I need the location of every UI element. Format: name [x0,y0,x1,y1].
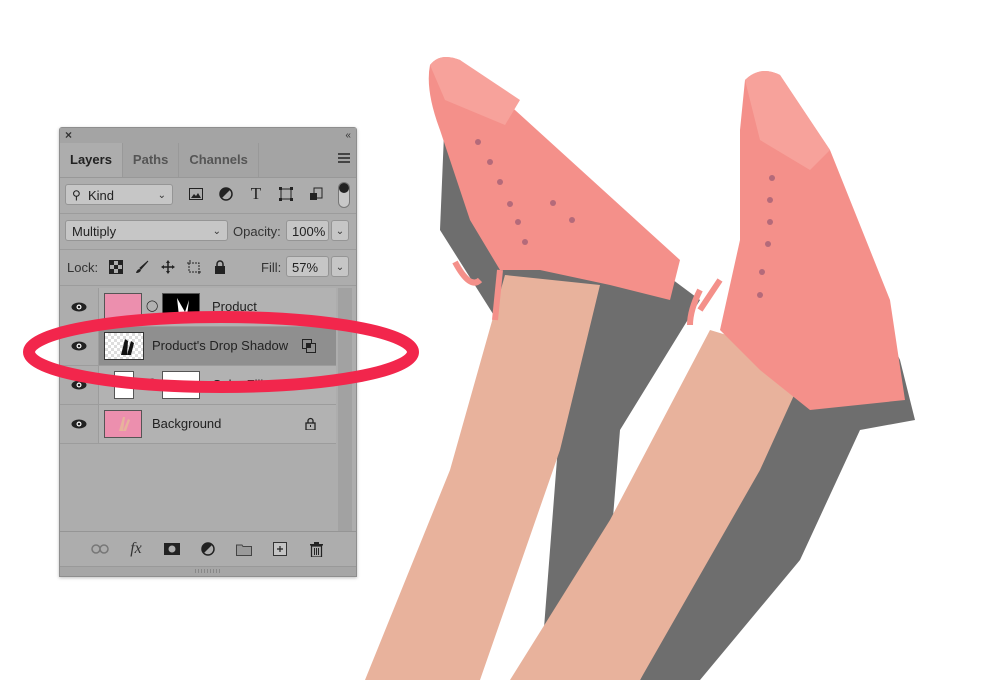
panel-titlebar[interactable]: × ‹‹ [60,128,356,143]
layer-name: Product's Drop Shadow [152,338,289,353]
fill-dropdown[interactable]: ⌄ [331,256,349,277]
filter-icons: T [188,184,324,203]
lock-label: Lock: [67,260,99,275]
layers-scrollbar[interactable] [338,288,352,532]
close-icon[interactable]: × [65,128,72,143]
adjustment-filter-icon[interactable] [218,186,234,202]
layer-row-product[interactable]: ◯ Product [60,288,336,327]
adjustment-layer-icon[interactable] [199,540,217,558]
opacity-dropdown[interactable]: ⌄ [331,220,349,241]
opacity-input[interactable]: 100% [286,220,329,241]
fill-input[interactable]: 57% [286,256,329,277]
search-icon: ⚲ [72,188,81,202]
chevron-down-icon: ⌄ [335,226,345,237]
shape-filter-icon[interactable] [278,186,294,202]
layer-lock-icon[interactable] [305,417,316,433]
add-mask-icon[interactable] [163,540,181,558]
layer-thumbnail [104,293,142,321]
delete-layer-icon[interactable] [307,540,325,558]
type-filter-icon[interactable]: T [248,184,264,203]
filter-row: ⚲ Kind ⌄ T [60,178,356,214]
link-icon: ◯ [146,378,159,390]
panel-resize-grip[interactable] [60,566,356,576]
layer-row-drop-shadow[interactable]: Product's Drop Shadow [60,327,336,366]
layer-thumbnail [104,332,144,360]
layer-row-background[interactable]: Background [60,405,336,444]
filter-kind-label: Kind [88,188,115,203]
layer-thumbnail [104,410,142,438]
visibility-eye-icon[interactable] [60,366,99,404]
image-filter-icon[interactable] [188,186,204,202]
filter-toggle[interactable] [338,182,350,208]
lock-all-icon[interactable] [212,259,228,275]
tab-paths[interactable]: Paths [123,143,180,177]
fill-label: Fill: [261,260,282,275]
layer-name: Color Fill 1 [212,377,275,392]
layer-mask-thumbnail[interactable] [162,371,200,399]
panel-menu-icon[interactable] [338,153,350,165]
clipping-mask-indicator-icon [302,339,316,356]
layer-name: Background [152,416,222,431]
blend-mode-value: Multiply [72,224,117,239]
chevron-down-icon: ⌄ [335,262,345,273]
layers-panel: × ‹‹ Layers Paths Channels ⚲ Kind ⌄ T Mu… [59,127,357,577]
layer-row-color-fill[interactable]: ◯ Color Fill 1 [60,366,336,405]
lock-icons [108,259,228,275]
lock-artboard-icon[interactable] [186,259,202,275]
visibility-eye-icon[interactable] [60,288,99,326]
fx-icon[interactable]: fx [127,540,145,558]
opacity-label: Opacity: [233,224,281,239]
panel-footer: fx [60,531,356,566]
collapse-icon[interactable]: ‹‹ [345,128,351,143]
layer-name: Product [212,299,257,314]
link-layers-icon[interactable] [91,540,109,558]
layers-list: ◯ Product Product's Drop Shadow ◯ Color … [60,288,356,532]
layer-mask-thumbnail[interactable] [162,293,200,321]
panel-tabs: Layers Paths Channels [60,143,356,178]
tab-channels[interactable]: Channels [179,143,259,177]
blend-mode-select[interactable]: Multiply ⌄ [65,220,228,241]
chevron-down-icon: ⌄ [157,190,166,201]
new-group-icon[interactable] [235,540,253,558]
blend-row: Multiply ⌄ Opacity: 100% ⌄ [60,214,356,250]
filter-kind-select[interactable]: ⚲ Kind ⌄ [65,184,173,205]
visibility-eye-icon[interactable] [60,327,99,365]
tab-layers[interactable]: Layers [60,143,123,177]
smart-object-filter-icon[interactable] [308,186,324,202]
lock-pixels-brush-icon[interactable] [134,259,150,275]
lock-position-move-icon[interactable] [160,259,176,275]
lock-transparent-icon[interactable] [108,259,124,275]
lock-row: Lock: Fill: 57% ⌄ [60,250,356,286]
visibility-eye-icon[interactable] [60,405,99,443]
link-icon: ◯ [146,300,159,312]
chevron-down-icon: ⌄ [212,226,221,237]
new-layer-icon[interactable] [271,540,289,558]
fill-color-swatch[interactable] [114,371,134,399]
